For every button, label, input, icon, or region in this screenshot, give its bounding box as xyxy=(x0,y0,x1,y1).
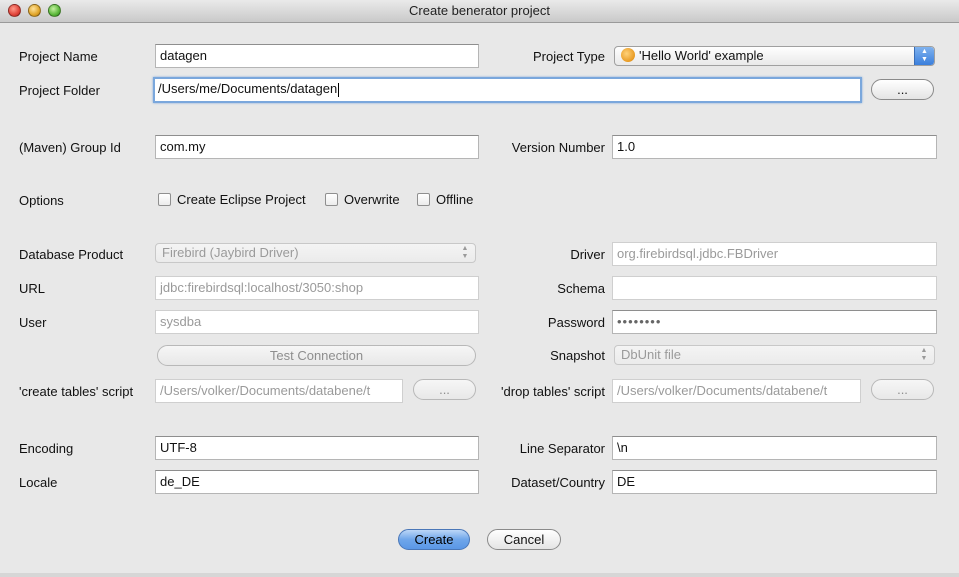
options-label: Options xyxy=(19,193,64,208)
project-folder-browse-button[interactable]: ... xyxy=(871,79,934,100)
overwrite-label: Overwrite xyxy=(344,192,400,207)
project-folder-label: Project Folder xyxy=(19,83,100,98)
create-tables-input[interactable]: /Users/volker/Documents/databene/t xyxy=(155,379,403,403)
schema-input[interactable] xyxy=(612,276,937,300)
group-id-input[interactable]: com.my xyxy=(155,135,479,159)
checkbox-box[interactable] xyxy=(417,193,430,206)
encoding-label: Encoding xyxy=(19,441,74,456)
create-button[interactable]: Create xyxy=(398,529,470,550)
overwrite-checkbox[interactable]: Overwrite xyxy=(325,192,400,207)
project-folder-value: /Users/me/Documents/datagen xyxy=(158,81,338,96)
dataset-country-input[interactable]: DE xyxy=(612,470,937,494)
drop-tables-input[interactable]: /Users/volker/Documents/databene/t xyxy=(612,379,861,403)
project-name-input[interactable]: datagen xyxy=(155,44,479,68)
locale-input[interactable]: de_DE xyxy=(155,470,479,494)
driver-input[interactable]: org.firebirdsql.jdbc.FBDriver xyxy=(612,242,937,266)
encoding-input[interactable]: UTF-8 xyxy=(155,436,479,460)
drop-tables-label: 'drop tables' script xyxy=(501,384,605,399)
driver-label: Driver xyxy=(570,247,605,262)
updown-arrows-icon: ▲ ▼ xyxy=(461,245,469,260)
text-caret xyxy=(338,82,340,97)
snapshot-select[interactable]: DbUnit file ▲ ▼ xyxy=(614,345,935,365)
window-controls xyxy=(8,4,61,17)
offline-label: Offline xyxy=(436,192,474,207)
line-separator-input[interactable]: \n xyxy=(612,436,937,460)
group-id-label: (Maven) Group Id xyxy=(19,140,121,155)
url-input[interactable]: jdbc:firebirdsql:localhost/3050:shop xyxy=(155,276,479,300)
database-product-label: Database Product xyxy=(19,247,124,262)
create-eclipse-label: Create Eclipse Project xyxy=(177,192,306,207)
cancel-button[interactable]: Cancel xyxy=(487,529,561,550)
test-connection-button[interactable]: Test Connection xyxy=(157,345,476,366)
project-name-label: Project Name xyxy=(19,49,98,64)
project-type-value: 'Hello World' example xyxy=(639,48,764,63)
dataset-country-label: Dataset/Country xyxy=(511,475,605,490)
locale-label: Locale xyxy=(19,475,58,490)
database-product-value: Firebird (Jaybird Driver) xyxy=(162,245,299,260)
zoom-window-button[interactable] xyxy=(48,4,61,17)
user-label: User xyxy=(19,315,47,330)
create-eclipse-checkbox[interactable]: Create Eclipse Project xyxy=(158,192,306,207)
create-tables-browse-button[interactable]: ... xyxy=(413,379,476,400)
project-type-label: Project Type xyxy=(532,49,605,64)
drop-tables-browse-button[interactable]: ... xyxy=(871,379,934,400)
url-label: URL xyxy=(19,281,46,296)
window-title: Create benerator project xyxy=(409,3,550,18)
snapshot-label: Snapshot xyxy=(550,348,605,363)
updown-arrows-icon: ▲ ▼ xyxy=(914,47,934,65)
password-label: Password xyxy=(547,315,605,330)
minimize-window-button[interactable] xyxy=(28,4,41,17)
schema-label: Schema xyxy=(557,281,605,296)
version-number-label: Version Number xyxy=(511,140,605,155)
title-bar: Create benerator project xyxy=(0,0,959,23)
project-type-select[interactable]: 'Hello World' example ▲ ▼ xyxy=(614,46,935,66)
updown-arrows-icon: ▲ ▼ xyxy=(920,347,928,362)
database-product-select[interactable]: Firebird (Jaybird Driver) ▲ ▼ xyxy=(155,243,476,263)
checkbox-box[interactable] xyxy=(158,193,171,206)
window-bottom-edge xyxy=(0,573,959,577)
user-input[interactable]: sysdba xyxy=(155,310,479,334)
project-folder-input[interactable]: /Users/me/Documents/datagen xyxy=(153,77,862,103)
hello-world-icon xyxy=(621,48,635,62)
create-tables-label: 'create tables' script xyxy=(19,384,134,399)
offline-checkbox[interactable]: Offline xyxy=(417,192,473,207)
password-input[interactable]: •••••••• xyxy=(612,310,937,334)
snapshot-value: DbUnit file xyxy=(621,347,681,362)
checkbox-box[interactable] xyxy=(325,193,338,206)
line-separator-label: Line Separator xyxy=(519,441,605,456)
version-number-input[interactable]: 1.0 xyxy=(612,135,937,159)
close-window-button[interactable] xyxy=(8,4,21,17)
